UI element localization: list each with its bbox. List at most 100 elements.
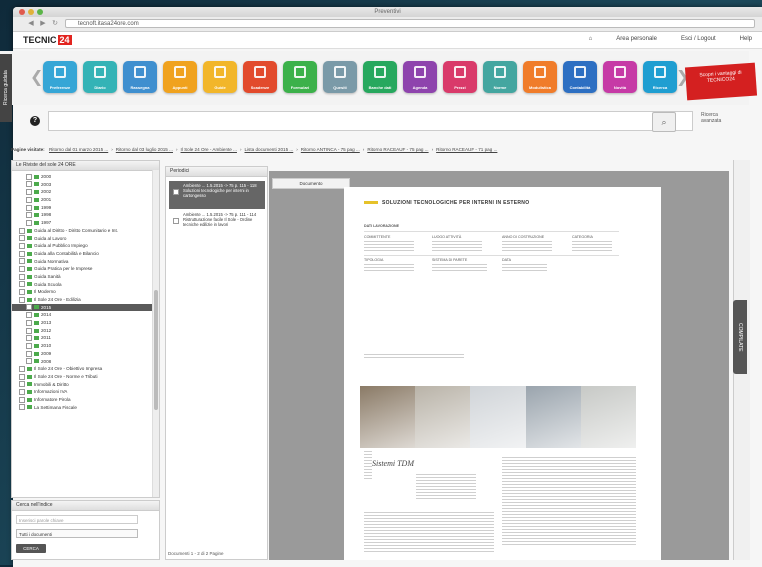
module-tile[interactable]: Banche dati: [363, 61, 397, 93]
tree-checkbox[interactable]: [19, 242, 25, 249]
tree-checkbox[interactable]: [26, 204, 32, 211]
tree-item[interactable]: 2014: [12, 311, 159, 319]
tree-item[interactable]: 2002: [12, 188, 159, 196]
tree-item[interactable]: Guida Pratica per le Imprese: [12, 265, 159, 273]
tree-checkbox[interactable]: [19, 296, 25, 303]
result-item[interactable]: Ambiente ... 1.5.2015 -> 75 p. 115 - 118…: [169, 181, 265, 209]
promo-banner[interactable]: Scopri i vantaggi di TECNICO24: [684, 62, 758, 101]
tree-item[interactable]: Guida al Lavoro: [12, 235, 159, 243]
tree-checkbox[interactable]: [26, 319, 32, 326]
module-tile[interactable]: Quesiti: [323, 61, 357, 93]
tree-item[interactable]: Guida Normativa: [12, 258, 159, 266]
tree-checkbox[interactable]: [26, 173, 32, 180]
tree-item[interactable]: 2000: [12, 173, 159, 181]
tree-checkbox[interactable]: [26, 181, 32, 188]
tree-checkbox[interactable]: [26, 189, 32, 196]
tree-checkbox[interactable]: [26, 304, 32, 311]
tree-checkbox[interactable]: [26, 312, 32, 319]
tree-checkbox[interactable]: [19, 235, 25, 242]
module-tile[interactable]: Agenda: [403, 61, 437, 93]
search-input[interactable]: [48, 111, 693, 131]
tree-checkbox[interactable]: [19, 250, 25, 257]
tree-item[interactable]: Guida Sanità: [12, 273, 159, 281]
result-checkbox[interactable]: [173, 218, 179, 224]
tree-checkbox[interactable]: [19, 404, 25, 411]
tree-checkbox[interactable]: [26, 219, 32, 226]
home-icon[interactable]: ⌂: [589, 36, 593, 42]
help-icon[interactable]: ?: [30, 116, 40, 126]
result-checkbox[interactable]: [173, 189, 179, 195]
tree-item[interactable]: Immobili & Diritto: [12, 381, 159, 389]
breadcrumb-link[interactable]: Ritorno ANTINCA - 75 pag ...: [301, 147, 360, 152]
module-tile[interactable]: Prezzi: [443, 61, 477, 93]
tree-item[interactable]: 1998: [12, 211, 159, 219]
tab-documento[interactable]: Documento: [272, 178, 350, 189]
tree-item[interactable]: Il Moderno: [12, 288, 159, 296]
tree-checkbox[interactable]: [19, 396, 25, 403]
tree-checkbox[interactable]: [19, 281, 25, 288]
tree-item[interactable]: Informatore Pirola: [12, 396, 159, 404]
tree-item[interactable]: 2003: [12, 181, 159, 189]
breadcrumb-link[interactable]: Il Sole 24 Ore - Ambiente ...: [181, 147, 237, 152]
tree-checkbox[interactable]: [19, 389, 25, 396]
module-tile[interactable]: Guide: [203, 61, 237, 93]
tree-checkbox[interactable]: [26, 212, 32, 219]
reload-icon[interactable]: ↻: [51, 20, 59, 28]
tree-item[interactable]: Guida al Pubblico Impiego: [12, 242, 159, 250]
module-tile[interactable]: Appunti: [163, 61, 197, 93]
module-tile[interactable]: Novità: [603, 61, 637, 93]
tree-item[interactable]: Guida alla Contabilità e Bilancio: [12, 250, 159, 258]
close-icon[interactable]: [19, 9, 25, 15]
tree-item[interactable]: 2012: [12, 327, 159, 335]
tree-item[interactable]: Informazioni IVA: [12, 388, 159, 396]
tree-checkbox[interactable]: [26, 327, 32, 334]
tree-checkbox[interactable]: [26, 342, 32, 349]
tree-item[interactable]: 2013: [12, 319, 159, 327]
module-tile[interactable]: Ricerca: [643, 61, 677, 93]
maximize-icon[interactable]: [37, 9, 43, 15]
forward-icon[interactable]: ▶: [39, 20, 47, 28]
module-tile[interactable]: Modulistica: [523, 61, 557, 93]
minimize-icon[interactable]: [28, 9, 34, 15]
document-filter-select[interactable]: Tutti i documenti: [16, 529, 138, 538]
tree-checkbox[interactable]: [19, 227, 25, 234]
index-search-input[interactable]: Inserisci parole chiave: [16, 515, 138, 524]
tree-checkbox[interactable]: [19, 373, 25, 380]
module-tile[interactable]: Rassegna: [123, 61, 157, 93]
tree-scrollbar[interactable]: [152, 170, 159, 497]
tree-item[interactable]: Guida Scuola: [12, 281, 159, 289]
module-tile[interactable]: Contabilità: [563, 61, 597, 93]
results-pager[interactable]: Documenti 1 - 2 di 2 Pagine: [168, 550, 266, 557]
tree-item[interactable]: 1999: [12, 204, 159, 212]
compilate-tab[interactable]: COMPILATE: [733, 300, 747, 374]
breadcrumb-link[interactable]: Ritorno RACEAUF - 75 pag ...: [367, 147, 428, 152]
url-field[interactable]: tecnoft.itasa24ore.com: [65, 19, 755, 28]
tree-item[interactable]: 2011: [12, 334, 159, 342]
back-icon[interactable]: ◀: [27, 20, 35, 28]
app-logo[interactable]: TECNIC 24: [23, 35, 72, 45]
tree-checkbox[interactable]: [19, 365, 25, 372]
tree-checkbox[interactable]: [19, 381, 25, 388]
tree-checkbox[interactable]: [26, 350, 32, 357]
module-tile[interactable]: Norme: [483, 61, 517, 93]
top-link-0[interactable]: Area personale: [616, 36, 657, 42]
tree-checkbox[interactable]: [19, 266, 25, 273]
tree-item[interactable]: 2001: [12, 196, 159, 204]
module-tile[interactable]: Diario: [83, 61, 117, 93]
tree-checkbox[interactable]: [19, 273, 25, 280]
top-link-1[interactable]: Esci / Logout: [681, 36, 716, 42]
tree-scroll-thumb[interactable]: [154, 290, 158, 410]
module-tile[interactable]: Preferenze: [43, 61, 77, 93]
tree-item[interactable]: 2008: [12, 358, 159, 366]
advanced-search-link[interactable]: Ricerca avanzata: [701, 112, 721, 124]
tree-item[interactable]: 2010: [12, 342, 159, 350]
tree-checkbox[interactable]: [19, 289, 25, 296]
top-link-2[interactable]: Help: [740, 36, 752, 42]
breadcrumb-link[interactable]: Lista documenti 2015 ...: [244, 147, 293, 152]
search-button[interactable]: ⌕: [652, 112, 676, 132]
tree-checkbox[interactable]: [26, 196, 32, 203]
tree-checkbox[interactable]: [19, 258, 25, 265]
module-tile[interactable]: Scadenze: [243, 61, 277, 93]
breadcrumb-link[interactable]: Ritorno dal 03 luglio 2015 ...: [116, 147, 173, 152]
window-controls[interactable]: [19, 9, 43, 15]
